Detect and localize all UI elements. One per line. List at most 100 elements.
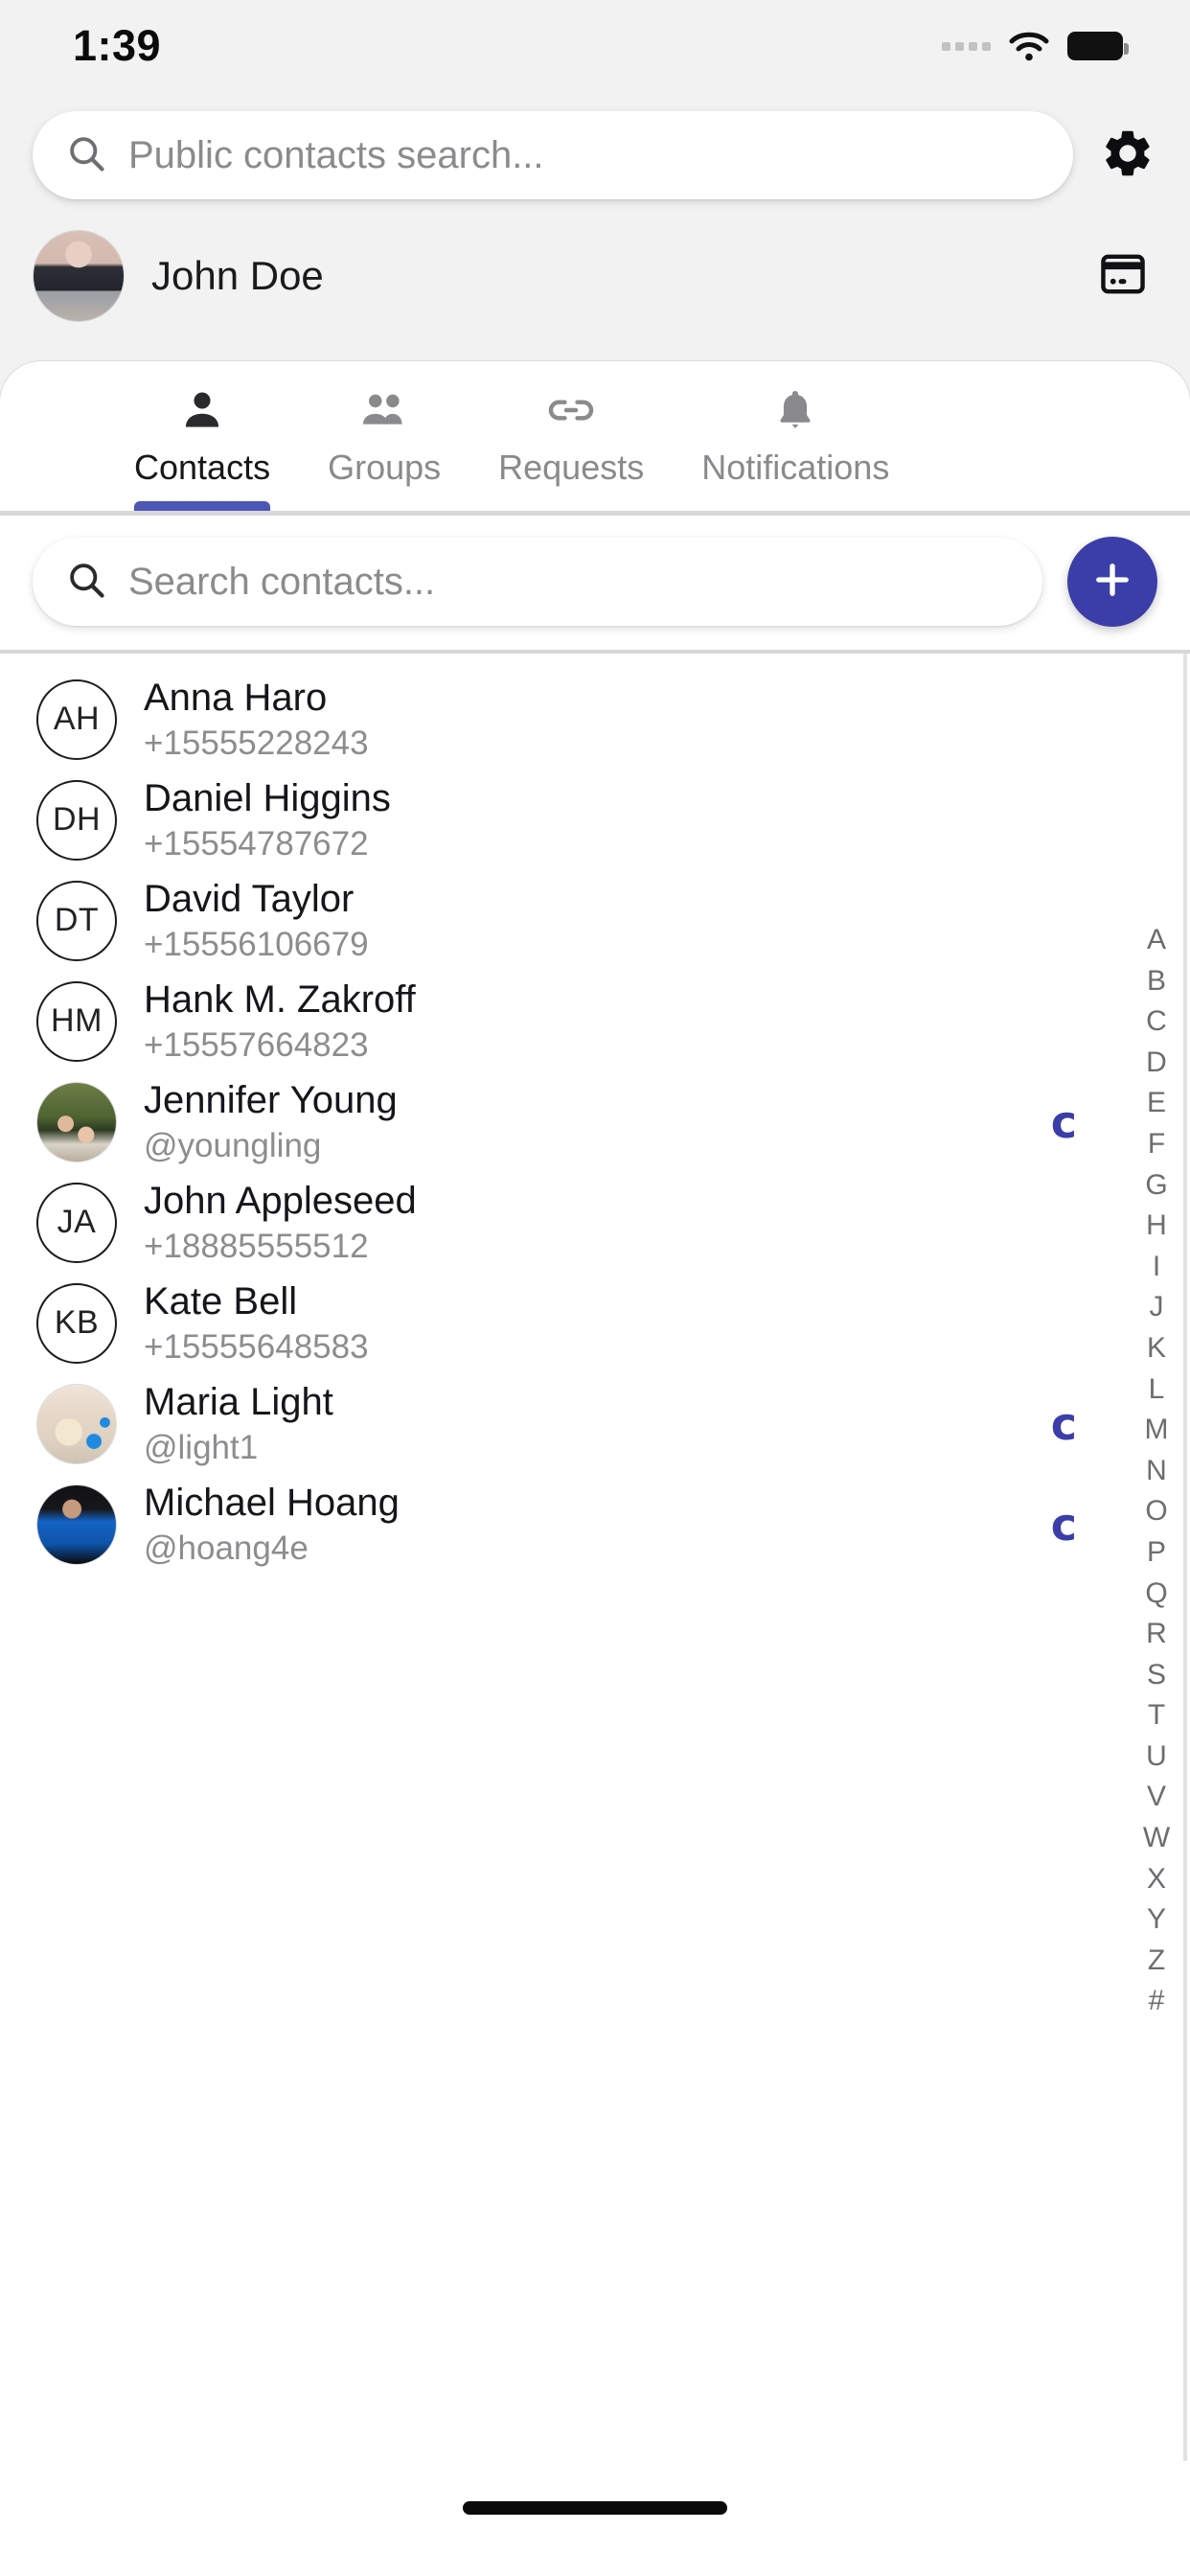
contact-name: Jennifer Young bbox=[144, 1079, 398, 1122]
alpha-index-letter[interactable]: X bbox=[1140, 1859, 1173, 1900]
wifi-icon bbox=[1008, 30, 1050, 62]
public-search-input[interactable]: Public contacts search... bbox=[33, 111, 1073, 199]
bell-icon bbox=[771, 382, 819, 438]
contact-avatar-initials: AH bbox=[36, 678, 117, 760]
contact-name: Hank M. Zakroff bbox=[144, 978, 416, 1022]
search-icon bbox=[65, 132, 107, 179]
person-icon bbox=[178, 382, 226, 438]
app-user-badge-icon: c bbox=[1050, 1397, 1077, 1450]
contact-text: Anna Haro +15555228243 bbox=[144, 676, 369, 763]
contact-row[interactable]: Michael Hoang @hoang4e c bbox=[0, 1474, 1190, 1575]
alpha-index-letter[interactable]: T bbox=[1140, 1695, 1173, 1736]
contact-card-button[interactable] bbox=[1094, 247, 1152, 305]
alpha-index-letter[interactable]: S bbox=[1140, 1655, 1173, 1696]
contact-list: AH Anna Haro +15555228243 D H Daniel Higgins +… bbox=[0, 654, 1190, 1575]
alpha-index-letter[interactable]: # bbox=[1140, 1981, 1173, 2022]
my-profile-row[interactable]: John Doe bbox=[0, 217, 1190, 360]
alphabet-index[interactable]: A B C D E F G H I J K L M N O P Q R S T U V W X Y Z # bbox=[1140, 920, 1173, 2022]
avatar bbox=[33, 230, 125, 322]
tab-groups[interactable]: Groups bbox=[299, 382, 469, 511]
contact-name: David Taylor bbox=[144, 878, 355, 921]
contact-subtitle: +18885555512 bbox=[144, 1228, 369, 1266]
alpha-index-letter[interactable]: V bbox=[1140, 1777, 1173, 1818]
alpha-index-letter[interactable]: R bbox=[1140, 1614, 1173, 1655]
contact-subtitle: @hoang4e bbox=[144, 1530, 309, 1568]
contact-row[interactable]: DH Daniel Higgins +15554787672 bbox=[0, 770, 1190, 870]
alpha-index-letter[interactable]: B bbox=[1140, 961, 1173, 1002]
contact-text: Daniel Higgins +15554787672 bbox=[144, 776, 391, 863]
contact-subtitle: +15556106679 bbox=[144, 926, 369, 964]
public-search-row: Public contacts search... bbox=[0, 92, 1190, 217]
contact-list-area: AH Anna Haro +15555228243 D H Daniel Higgins +… bbox=[0, 654, 1190, 2576]
alpha-index-letter[interactable]: D bbox=[1140, 1043, 1173, 1084]
alpha-index-letter[interactable]: O bbox=[1140, 1491, 1173, 1532]
public-search-placeholder: Public contacts search... bbox=[128, 133, 544, 176]
tab-underline bbox=[498, 501, 644, 511]
search-icon bbox=[65, 559, 107, 606]
alpha-index-letter[interactable]: N bbox=[1140, 1451, 1173, 1492]
contact-name: John Appleseed bbox=[144, 1180, 417, 1223]
settings-button[interactable] bbox=[1098, 126, 1157, 185]
battery-full-icon bbox=[1067, 32, 1129, 60]
alpha-index-letter[interactable]: Y bbox=[1140, 1899, 1173, 1941]
alpha-index-letter[interactable]: Z bbox=[1140, 1941, 1173, 1982]
contact-search-row: Search contacts... bbox=[0, 516, 1190, 654]
alpha-index-letter[interactable]: L bbox=[1140, 1369, 1173, 1411]
tab-label: Groups bbox=[328, 448, 442, 487]
link-icon bbox=[545, 382, 597, 438]
header-zone: Public contacts search... John Doe Conta… bbox=[0, 92, 1190, 516]
alpha-index-letter[interactable]: G bbox=[1140, 1165, 1173, 1207]
alpha-index-letter[interactable]: H bbox=[1140, 1206, 1173, 1247]
contact-text: Jennifer Young @youngling bbox=[144, 1078, 398, 1165]
search-contacts-input[interactable]: Search contacts... bbox=[33, 538, 1042, 626]
contact-name: Daniel Higgins bbox=[144, 777, 391, 820]
tab-card: Contacts Groups Requests Notifications bbox=[0, 360, 1190, 516]
tab-contacts[interactable]: Contacts bbox=[105, 382, 299, 511]
contact-row[interactable]: DT David Taylor +15556106679 bbox=[0, 870, 1190, 971]
contact-avatar-initials: KB bbox=[36, 1282, 117, 1364]
alpha-index-letter[interactable]: K bbox=[1140, 1328, 1173, 1369]
contact-row[interactable]: Maria Light @light1 c bbox=[0, 1373, 1190, 1474]
contact-subtitle: @light1 bbox=[144, 1429, 259, 1467]
signal-dots-icon bbox=[942, 41, 991, 51]
contact-avatar-photo bbox=[36, 1484, 117, 1565]
alpha-index-letter[interactable]: P bbox=[1140, 1532, 1173, 1574]
app-user-badge-icon: c bbox=[1050, 1095, 1077, 1148]
contact-text: Kate Bell +15555648583 bbox=[144, 1279, 369, 1367]
home-indicator bbox=[463, 2501, 727, 2515]
alpha-index-letter[interactable]: U bbox=[1140, 1736, 1173, 1778]
tab-requests[interactable]: Requests bbox=[469, 382, 673, 511]
contact-text: Michael Hoang @hoang4e bbox=[144, 1481, 400, 1568]
contact-name: Kate Bell bbox=[144, 1280, 298, 1323]
contact-row[interactable]: Jennifer Young @youngling c bbox=[0, 1071, 1190, 1172]
contact-name: Anna Haro bbox=[144, 677, 328, 720]
tab-underline bbox=[701, 501, 889, 511]
contact-row[interactable]: HM Hank M. Zakroff +15557664823 bbox=[0, 971, 1190, 1071]
alpha-index-letter[interactable]: Q bbox=[1140, 1574, 1173, 1615]
contact-name: Michael Hoang bbox=[144, 1482, 400, 1525]
contact-row[interactable]: KB Kate Bell +15555648583 bbox=[0, 1273, 1190, 1373]
alpha-index-letter[interactable]: W bbox=[1140, 1818, 1173, 1859]
tab-label: Notifications bbox=[701, 448, 890, 487]
app-user-badge-icon: c bbox=[1050, 1498, 1077, 1551]
alpha-index-letter[interactable]: M bbox=[1140, 1410, 1173, 1451]
contact-avatar-initials: HM bbox=[36, 980, 117, 1062]
alpha-index-letter[interactable]: A bbox=[1140, 920, 1173, 961]
status-time: 1:39 bbox=[73, 21, 162, 70]
alpha-index-letter[interactable]: J bbox=[1140, 1287, 1173, 1328]
contact-row[interactable]: AH Anna Haro +15555228243 bbox=[0, 669, 1190, 770]
profile-name: John Doe bbox=[151, 253, 324, 298]
contact-card-icon bbox=[1096, 247, 1150, 306]
contact-subtitle: +15554787672 bbox=[144, 825, 369, 863]
tab-notifications[interactable]: Notifications bbox=[673, 382, 918, 511]
add-contact-button[interactable] bbox=[1067, 537, 1157, 627]
gear-icon bbox=[1100, 126, 1156, 186]
contact-row[interactable]: JA John Appleseed +18885555512 bbox=[0, 1172, 1190, 1273]
contact-subtitle: @youngling bbox=[144, 1127, 322, 1165]
alpha-index-letter[interactable]: F bbox=[1140, 1124, 1173, 1165]
alpha-index-letter[interactable]: I bbox=[1140, 1247, 1173, 1288]
alpha-index-letter[interactable]: C bbox=[1140, 1001, 1173, 1043]
contact-avatar-photo bbox=[36, 1081, 117, 1162]
scrollbar[interactable] bbox=[1183, 654, 1187, 2490]
alpha-index-letter[interactable]: E bbox=[1140, 1083, 1173, 1124]
